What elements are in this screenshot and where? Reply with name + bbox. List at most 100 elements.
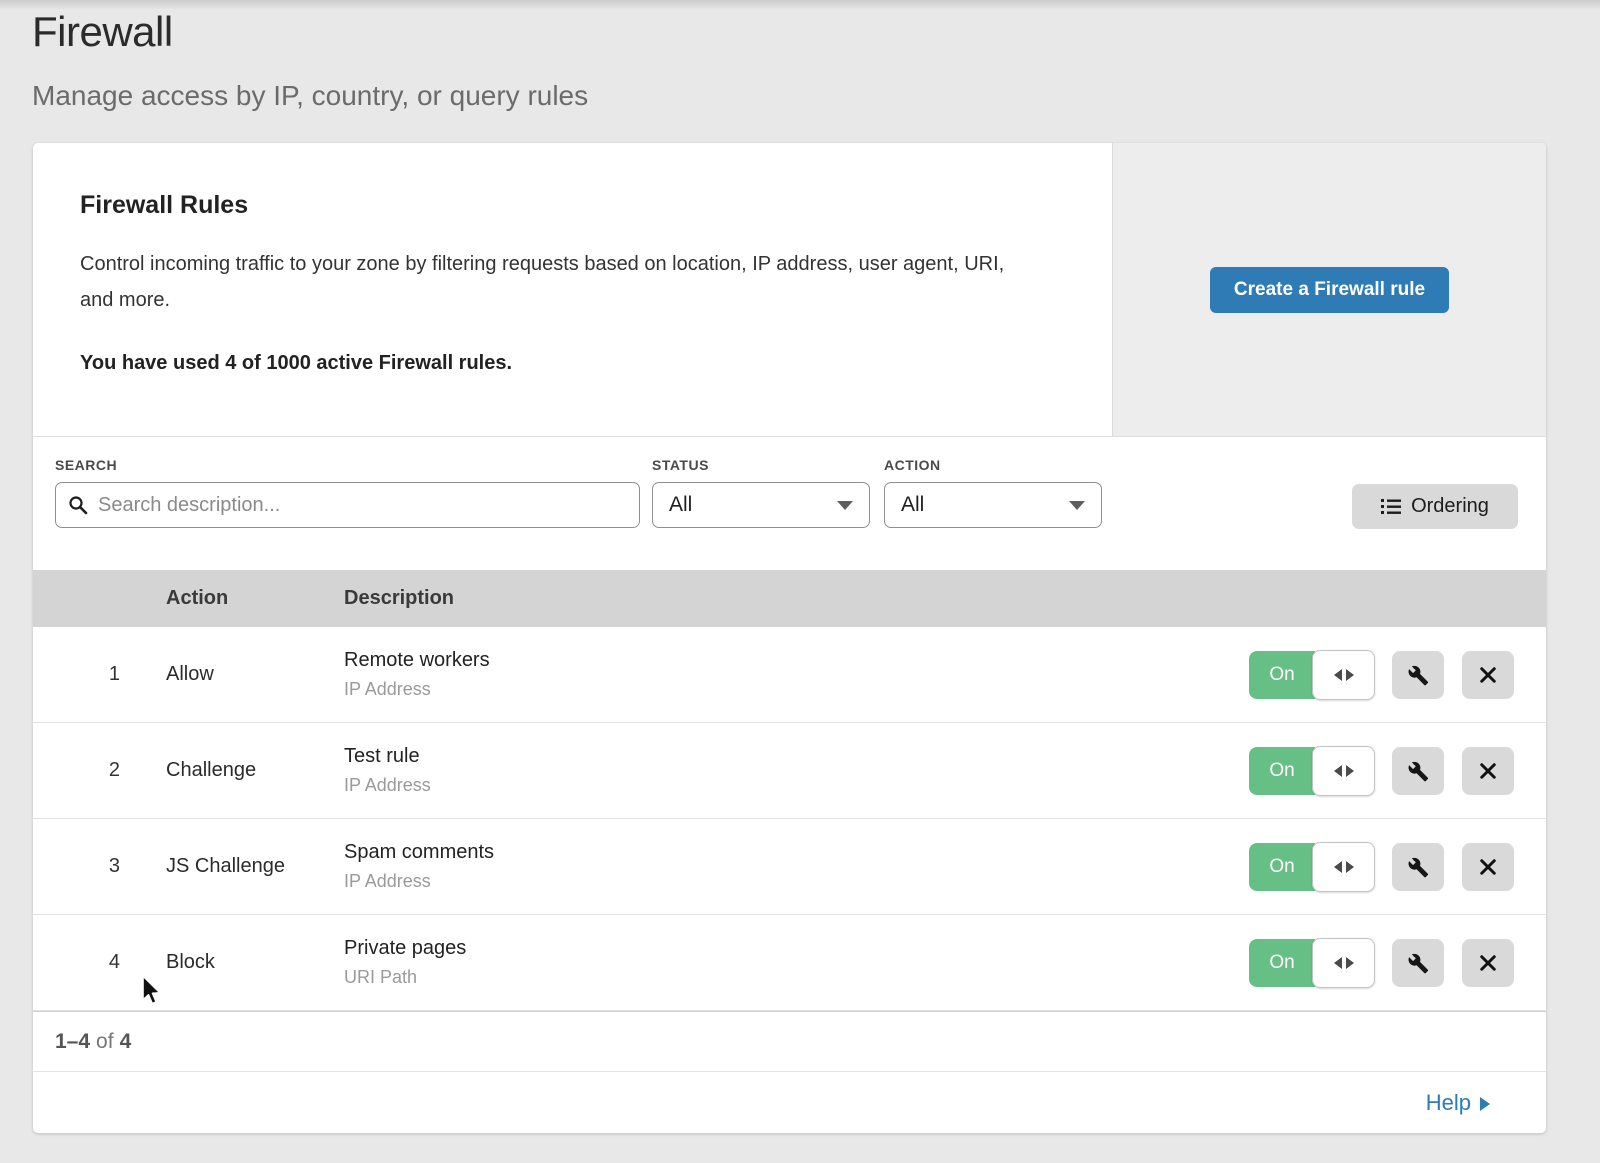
table-row: 3 JS Challenge Spam comments IP Address … <box>33 819 1546 915</box>
pagination-total: 4 <box>120 1030 132 1054</box>
delete-rule-button[interactable] <box>1462 651 1514 699</box>
close-icon <box>1478 761 1498 781</box>
toggle-knob[interactable] <box>1312 650 1375 700</box>
ordering-button[interactable]: Ordering <box>1352 484 1518 529</box>
action-selected-value: All <box>901 493 1069 517</box>
ordered-list-icon <box>1381 498 1401 515</box>
rule-description-cell: Remote workers IP Address <box>344 649 1249 700</box>
toggle-on-label: On <box>1249 843 1315 891</box>
help-link-label: Help <box>1426 1090 1471 1116</box>
pagination-range: 1–4 <box>55 1030 90 1054</box>
arrow-right-icon <box>1480 1097 1490 1111</box>
arrow-right-icon <box>1346 765 1354 777</box>
search-label: SEARCH <box>55 457 640 473</box>
rule-priority: 4 <box>33 951 166 974</box>
chevron-down-icon <box>1069 501 1085 510</box>
rule-field-type: IP Address <box>344 775 1249 796</box>
table-row: 4 Block Private pages URI Path On <box>33 915 1546 1011</box>
chevron-down-icon <box>837 501 853 510</box>
edit-rule-button[interactable] <box>1392 747 1444 795</box>
action-filter: ACTION All <box>884 457 1102 528</box>
edit-rule-button[interactable] <box>1392 939 1444 987</box>
toggle-knob[interactable] <box>1312 746 1375 796</box>
arrow-right-icon <box>1346 957 1354 969</box>
ordering-button-label: Ordering <box>1411 495 1489 518</box>
firewall-rules-card: Firewall Rules Control incoming traffic … <box>33 143 1546 1133</box>
rule-action: JS Challenge <box>166 855 344 878</box>
search-icon <box>68 495 88 515</box>
status-filter: STATUS All <box>652 457 870 528</box>
rule-priority: 2 <box>33 759 166 782</box>
wrench-icon <box>1407 856 1429 878</box>
action-label: ACTION <box>884 457 1102 473</box>
card-footer: Help <box>33 1071 1546 1133</box>
rule-field-type: IP Address <box>344 871 1249 892</box>
hero-description: Control incoming traffic to your zone by… <box>80 246 1040 318</box>
edit-rule-button[interactable] <box>1392 651 1444 699</box>
table-header: Action Description <box>33 570 1546 627</box>
hero-text: Firewall Rules Control incoming traffic … <box>33 143 1112 436</box>
rule-controls: On <box>1249 843 1546 891</box>
rule-action: Challenge <box>166 759 344 782</box>
table-row: 1 Allow Remote workers IP Address On <box>33 627 1546 723</box>
search-input[interactable] <box>98 494 627 517</box>
arrow-left-icon <box>1334 861 1342 873</box>
rule-description-cell: Spam comments IP Address <box>344 841 1249 892</box>
rule-description-cell: Test rule IP Address <box>344 745 1249 796</box>
close-icon <box>1478 857 1498 877</box>
status-select[interactable]: All <box>652 482 870 528</box>
create-firewall-rule-button[interactable]: Create a Firewall rule <box>1210 267 1449 313</box>
rule-description: Test rule <box>344 745 1249 768</box>
hero-heading: Firewall Rules <box>80 191 1072 220</box>
edit-rule-button[interactable] <box>1392 843 1444 891</box>
rule-priority: 3 <box>33 855 166 878</box>
close-icon <box>1478 665 1498 685</box>
rule-description-cell: Private pages URI Path <box>344 937 1249 988</box>
status-selected-value: All <box>669 493 837 517</box>
status-label: STATUS <box>652 457 870 473</box>
search-filter: SEARCH <box>55 457 640 528</box>
page-title: Firewall <box>32 8 173 56</box>
arrow-left-icon <box>1334 765 1342 777</box>
table-row: 2 Challenge Test rule IP Address On <box>33 723 1546 819</box>
search-box[interactable] <box>55 482 640 528</box>
rule-field-type: URI Path <box>344 967 1249 988</box>
wrench-icon <box>1407 760 1429 782</box>
pagination: 1–4 of 4 <box>33 1011 1546 1071</box>
arrow-right-icon <box>1346 861 1354 873</box>
arrow-left-icon <box>1334 669 1342 681</box>
hero-section: Firewall Rules Control incoming traffic … <box>33 143 1546 437</box>
hero-action-panel: Create a Firewall rule <box>1112 143 1546 436</box>
pagination-of: of <box>96 1030 114 1054</box>
rule-priority: 1 <box>33 663 166 686</box>
rule-enabled-toggle[interactable]: On <box>1249 939 1375 987</box>
close-icon <box>1478 953 1498 973</box>
rule-description: Spam comments <box>344 841 1249 864</box>
rule-action: Allow <box>166 663 344 686</box>
toggle-knob[interactable] <box>1312 938 1375 988</box>
toggle-knob[interactable] <box>1312 842 1375 892</box>
rule-description: Remote workers <box>344 649 1249 672</box>
delete-rule-button[interactable] <box>1462 843 1514 891</box>
rule-field-type: IP Address <box>344 679 1249 700</box>
arrow-right-icon <box>1346 669 1354 681</box>
firewall-page: Firewall Manage access by IP, country, o… <box>0 0 1600 1163</box>
delete-rule-button[interactable] <box>1462 747 1514 795</box>
rule-enabled-toggle[interactable]: On <box>1249 843 1375 891</box>
wrench-icon <box>1407 952 1429 974</box>
rule-action: Block <box>166 951 344 974</box>
delete-rule-button[interactable] <box>1462 939 1514 987</box>
toggle-on-label: On <box>1249 939 1315 987</box>
rule-controls: On <box>1249 747 1546 795</box>
action-select[interactable]: All <box>884 482 1102 528</box>
rule-enabled-toggle[interactable]: On <box>1249 747 1375 795</box>
page-subtitle: Manage access by IP, country, or query r… <box>32 80 588 112</box>
toggle-on-label: On <box>1249 651 1315 699</box>
help-link[interactable]: Help <box>1426 1090 1490 1116</box>
column-action: Action <box>166 587 344 610</box>
rule-enabled-toggle[interactable]: On <box>1249 651 1375 699</box>
rules-table-body: 1 Allow Remote workers IP Address On <box>33 627 1546 1011</box>
rule-controls: On <box>1249 939 1546 987</box>
rule-description: Private pages <box>344 937 1249 960</box>
filter-bar: SEARCH STATUS All ACTION <box>33 437 1546 570</box>
